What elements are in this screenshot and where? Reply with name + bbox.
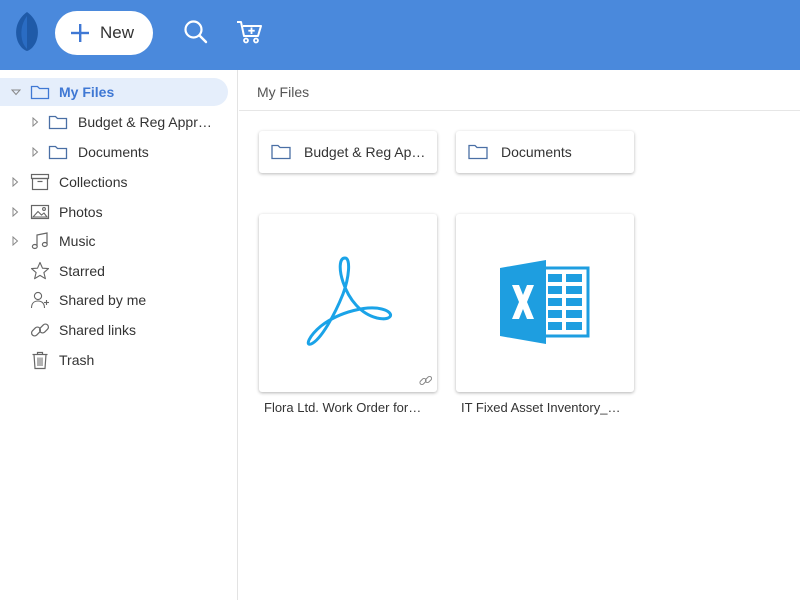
chevron-right-icon[interactable] [30,147,40,157]
search-icon [184,20,208,44]
add-user-icon [30,291,49,309]
plus-icon [71,24,89,42]
sidebar-item-my-files[interactable]: My Files [0,78,228,106]
new-button[interactable]: New [55,11,153,55]
sidebar-item-label: Trash [59,352,95,368]
main-content: My Files Budget & Reg Ap… Documents Flor… [239,70,800,600]
trash-icon [32,351,48,370]
file-name[interactable]: Flora Ltd. Work Order for… [264,400,444,415]
chevron-right-icon[interactable] [10,236,20,246]
sidebar-item-label: Photos [59,204,103,220]
folder-icon [48,145,68,160]
file-card-pdf[interactable] [259,214,437,392]
sidebar-item-starred[interactable]: Starred [0,257,236,285]
sidebar-item-label: Shared by me [59,292,147,308]
file-card-xlsx[interactable] [456,214,634,392]
sidebar-item-label: Budget & Reg Appr… [78,114,212,130]
file-name[interactable]: IT Fixed Asset Inventory_… [461,400,641,415]
logo-icon [16,12,38,51]
folder-icon [30,85,50,100]
chevron-down-icon[interactable] [11,87,21,97]
chevron-right-icon[interactable] [10,177,20,187]
folder-icon [468,144,488,160]
sidebar-item-shared-by-me[interactable]: Shared by me [0,286,236,314]
chevron-right-icon[interactable] [30,117,40,127]
search-button[interactable] [182,18,210,46]
music-note-icon [31,232,48,250]
sidebar-item-label: Shared links [59,322,137,338]
divider [239,110,800,111]
acrobat-pdf-icon [306,256,393,346]
new-button-label: New [100,23,135,42]
star-icon [30,261,50,280]
sidebar-item-music[interactable]: Music [0,227,236,255]
sidebar-item-collections[interactable]: Collections [0,168,236,196]
link-icon [30,323,50,337]
sidebar-item-label: Starred [59,263,105,279]
sidebar-item-trash[interactable]: Trash [0,346,236,374]
sidebar-item-photos[interactable]: Photos [0,198,236,226]
top-bar: New [0,0,800,70]
shopping-cart-icon [237,21,262,44]
sidebar-item-label: Documents [78,144,149,160]
sidebar-item-shared-links[interactable]: Shared links [0,316,236,344]
folder-name: Documents [501,144,572,160]
link-icon [419,375,433,386]
sidebar: My Files Budget & Reg Appr… Documents Co… [0,70,238,600]
sidebar-item-label: Music [59,233,96,249]
folder-name: Budget & Reg Ap… [304,144,426,160]
folder-card-documents[interactable]: Documents [456,131,634,173]
folder-icon [48,115,68,130]
sidebar-item-label: Collections [59,174,128,190]
breadcrumb[interactable]: My Files [257,84,309,100]
sidebar-item-budget-folder[interactable]: Budget & Reg Appr… [0,108,236,136]
chevron-right-icon[interactable] [10,207,20,217]
folder-card-budget[interactable]: Budget & Reg Ap… [259,131,437,173]
store-button[interactable] [235,18,263,46]
sidebar-item-label: My Files [59,84,115,100]
excel-icon [500,260,590,344]
sidebar-item-documents-folder[interactable]: Documents [0,138,236,166]
archive-box-icon [30,173,50,191]
image-icon [30,204,50,220]
folder-icon [271,144,291,160]
